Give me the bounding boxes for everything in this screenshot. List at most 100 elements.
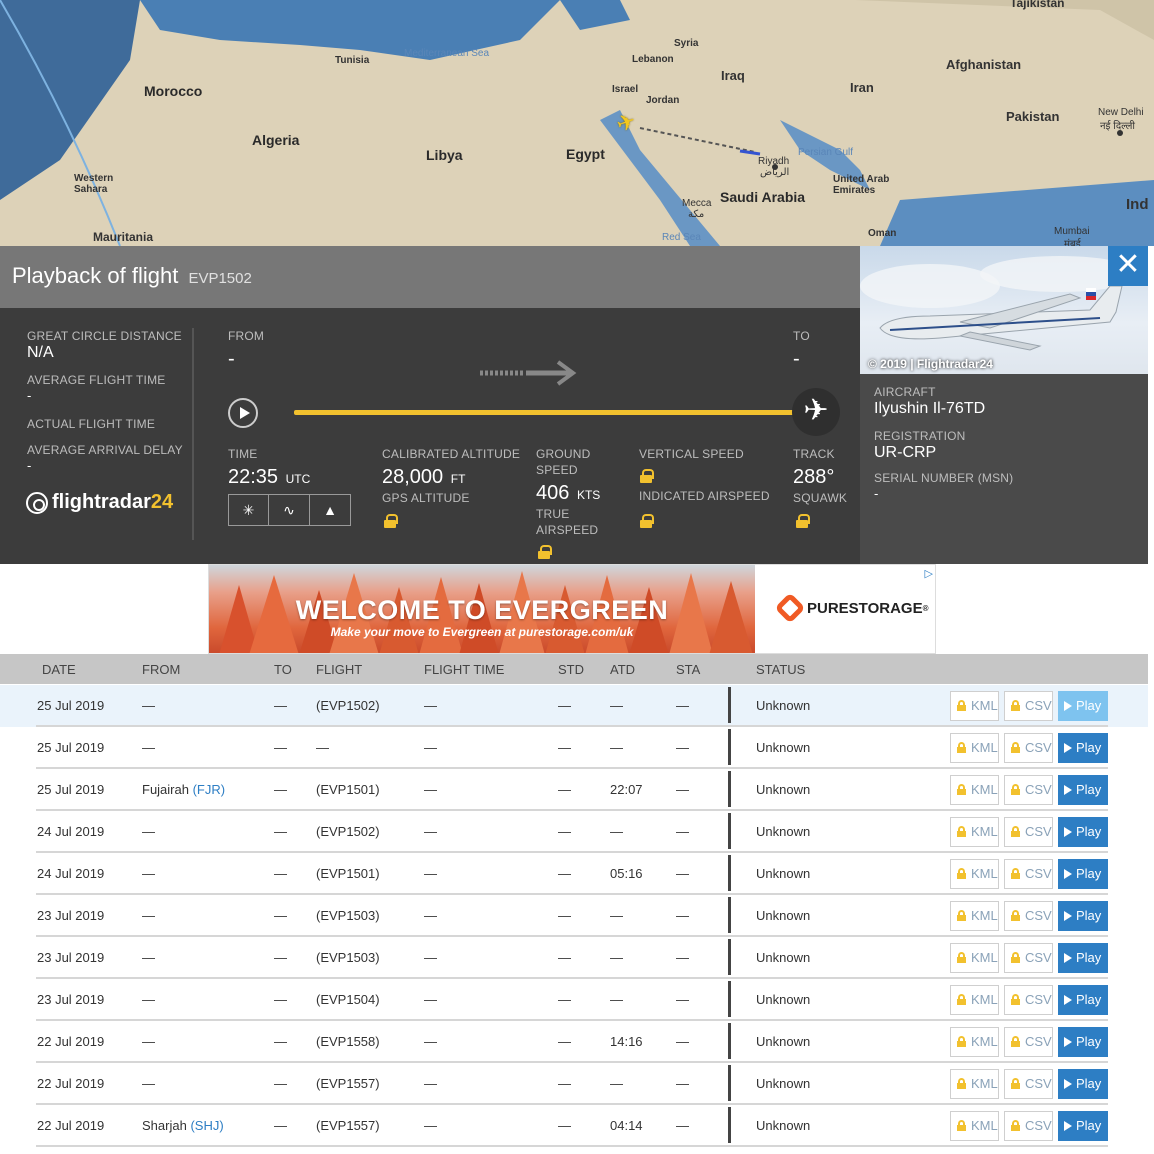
play-button[interactable]: Play bbox=[1058, 1027, 1108, 1057]
flightradar-page: Tajikistan Tunisia Mediterranean Sea Syr… bbox=[0, 0, 1154, 1154]
csv-button[interactable]: CSV bbox=[1004, 1069, 1053, 1099]
lock-icon bbox=[957, 952, 966, 963]
col-flight-time[interactable]: FLIGHT TIME bbox=[424, 662, 504, 677]
play-button[interactable]: Play bbox=[1058, 985, 1108, 1015]
table-row[interactable]: 22 Jul 2019 — — (EVP1557) — — — — Unknown KML CSV… bbox=[0, 1063, 1148, 1105]
photo-credit: © 2019 | Flightradar24 bbox=[868, 357, 993, 371]
from-airport-code[interactable]: (SHJ) bbox=[190, 1118, 223, 1133]
play-button[interactable]: Play bbox=[1058, 817, 1108, 847]
map-label-tunisia: Tunisia bbox=[335, 55, 370, 66]
kml-button[interactable]: KML bbox=[950, 1111, 999, 1141]
to-cell: — bbox=[274, 950, 287, 965]
play-button[interactable]: Play bbox=[1058, 1069, 1108, 1099]
csv-button[interactable]: CSV bbox=[1004, 691, 1053, 721]
kml-button[interactable]: KML bbox=[950, 943, 999, 973]
play-button[interactable]: Play bbox=[1058, 691, 1108, 721]
registration-label: REGISTRATION bbox=[874, 429, 966, 443]
sta-cell: — bbox=[676, 782, 689, 797]
col-atd[interactable]: ATD bbox=[610, 662, 635, 677]
csv-button[interactable]: CSV bbox=[1004, 859, 1053, 889]
sta-cell: — bbox=[676, 1118, 689, 1133]
ad-choices-icon[interactable]: ▷ bbox=[925, 567, 933, 580]
kml-label: KML bbox=[971, 740, 998, 755]
kml-button[interactable]: KML bbox=[950, 817, 999, 847]
csv-button[interactable]: CSV bbox=[1004, 775, 1053, 805]
play-button[interactable]: Play bbox=[1058, 943, 1108, 973]
col-std[interactable]: STD bbox=[558, 662, 584, 677]
col-flight[interactable]: FLIGHT bbox=[316, 662, 362, 677]
vertical-speed-lock-icon[interactable] bbox=[640, 469, 654, 483]
flight-time-cell: — bbox=[424, 908, 437, 923]
col-to[interactable]: TO bbox=[274, 662, 292, 677]
sta-cell: — bbox=[676, 992, 689, 1007]
kml-button[interactable]: KML bbox=[950, 733, 999, 763]
playback-play-button[interactable] bbox=[228, 398, 258, 428]
kml-button[interactable]: KML bbox=[950, 1027, 999, 1057]
table-row[interactable]: 22 Jul 2019 Sharjah (SHJ) — (EVP1557) — — 04:1… bbox=[0, 1105, 1148, 1147]
csv-button[interactable]: CSV bbox=[1004, 985, 1053, 1015]
csv-button[interactable]: CSV bbox=[1004, 733, 1053, 763]
col-from[interactable]: FROM bbox=[142, 662, 180, 677]
route-arrow-icon bbox=[480, 360, 577, 386]
squawk-lock-icon[interactable] bbox=[796, 514, 810, 528]
indicated-airspeed-lock-icon[interactable] bbox=[640, 514, 654, 528]
close-button[interactable]: ✕ bbox=[1108, 246, 1148, 286]
airplane-icon[interactable]: ✈ bbox=[792, 388, 840, 436]
play-button[interactable]: Play bbox=[1058, 733, 1108, 763]
table-row[interactable]: 25 Jul 2019 Fujairah (FJR) — (EVP1501) — — 22:… bbox=[0, 769, 1148, 811]
csv-button[interactable]: CSV bbox=[1004, 817, 1053, 847]
map[interactable]: Tajikistan Tunisia Mediterranean Sea Syr… bbox=[0, 0, 1154, 246]
csv-button[interactable]: CSV bbox=[1004, 1027, 1053, 1057]
play-button[interactable]: Play bbox=[1058, 859, 1108, 889]
table-row[interactable]: 25 Jul 2019 — — (EVP1502) — — — — Unknown KML CSV… bbox=[0, 685, 1148, 727]
kml-button[interactable]: KML bbox=[950, 691, 999, 721]
from-airport-code[interactable]: (FJR) bbox=[193, 782, 226, 797]
std-cell: — bbox=[558, 740, 571, 755]
from-city: — bbox=[142, 1076, 155, 1091]
flight-time-cell: — bbox=[424, 1118, 437, 1133]
table-row[interactable]: 23 Jul 2019 — — (EVP1503) — — — — Unknown KML CSV… bbox=[0, 895, 1148, 937]
playback-progress-bar[interactable] bbox=[294, 410, 806, 415]
table-row[interactable]: 25 Jul 2019 — — — — — — — Unknown KML CSV Play bbox=[0, 727, 1148, 769]
csv-button[interactable]: CSV bbox=[1004, 1111, 1053, 1141]
table-row[interactable]: 24 Jul 2019 — — (EVP1502) — — — — Unknown KML CSV… bbox=[0, 811, 1148, 853]
row-separator bbox=[728, 729, 731, 765]
ground-speed-unit: KTS bbox=[576, 488, 601, 502]
from-cell: — bbox=[142, 1076, 155, 1091]
col-sta[interactable]: STA bbox=[676, 662, 700, 677]
row-separator bbox=[728, 771, 731, 807]
aircraft-photo[interactable]: © 2019 | Flightradar24 bbox=[860, 246, 1148, 374]
std-cell: — bbox=[558, 782, 571, 797]
true-airspeed-lock-icon[interactable] bbox=[538, 545, 552, 559]
col-status[interactable]: STATUS bbox=[756, 662, 805, 677]
table-row[interactable]: 22 Jul 2019 — — (EVP1558) — — 14:16 — Unknown KM… bbox=[0, 1021, 1148, 1063]
kml-button[interactable]: KML bbox=[950, 1069, 999, 1099]
table-row[interactable]: 24 Jul 2019 — — (EVP1501) — — 05:16 — Unknown KM… bbox=[0, 853, 1148, 895]
collapse-view-button[interactable]: ✳ bbox=[228, 494, 269, 526]
kml-button[interactable]: KML bbox=[950, 985, 999, 1015]
advertisement-banner[interactable]: WELCOME TO EVERGREEN Make your move to E… bbox=[208, 564, 936, 654]
playback-header: Playback of flight EVP1502 bbox=[0, 246, 860, 308]
atd-cell: — bbox=[610, 824, 623, 839]
table-row[interactable]: 23 Jul 2019 — — (EVP1503) — — — — Unknown KML CSV… bbox=[0, 937, 1148, 979]
csv-button[interactable]: CSV bbox=[1004, 943, 1053, 973]
to-label: TO bbox=[793, 329, 810, 343]
kml-button[interactable]: KML bbox=[950, 901, 999, 931]
flight-time-cell: — bbox=[424, 950, 437, 965]
play-button[interactable]: Play bbox=[1058, 1111, 1108, 1141]
csv-button[interactable]: CSV bbox=[1004, 901, 1053, 931]
table-row[interactable]: 23 Jul 2019 — — (EVP1504) — — — — Unknown KML CSV… bbox=[0, 979, 1148, 1021]
kml-button[interactable]: KML bbox=[950, 859, 999, 889]
map-label-jordan: Jordan bbox=[646, 95, 680, 106]
graph-view-button[interactable]: ▲ bbox=[310, 494, 351, 526]
route-view-button[interactable]: ∿ bbox=[269, 494, 310, 526]
kml-button[interactable]: KML bbox=[950, 775, 999, 805]
col-date[interactable]: DATE bbox=[42, 662, 76, 677]
to-cell: — bbox=[274, 782, 287, 797]
play-button[interactable]: Play bbox=[1058, 775, 1108, 805]
great-circle-value: N/A bbox=[27, 344, 54, 361]
play-button[interactable]: Play bbox=[1058, 901, 1108, 931]
lock-icon bbox=[957, 784, 966, 795]
gps-alt-lock-icon[interactable] bbox=[384, 514, 398, 528]
flight-time-cell: — bbox=[424, 1076, 437, 1091]
